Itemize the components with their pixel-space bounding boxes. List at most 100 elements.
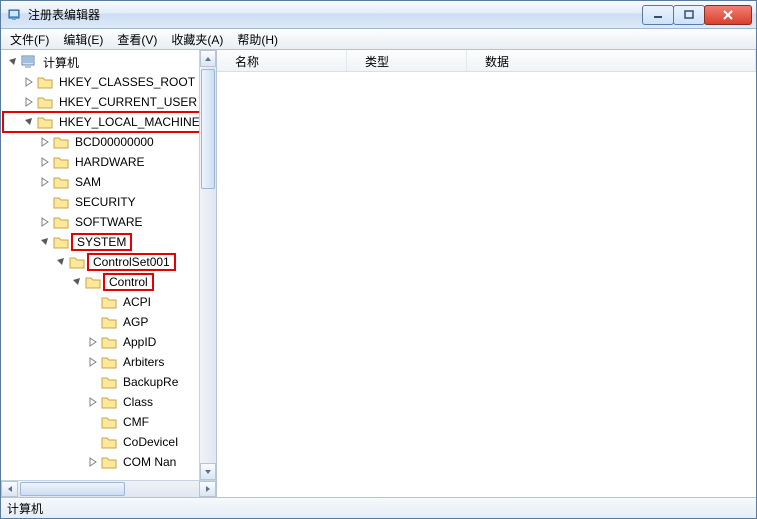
tree-label: BCD00000000 <box>73 135 156 149</box>
folder-icon <box>101 335 117 349</box>
tree-label: AGP <box>121 315 150 329</box>
expander-collapsed-icon[interactable] <box>87 356 99 368</box>
folder-icon <box>53 135 69 149</box>
folder-icon <box>53 155 69 169</box>
tree-agp[interactable]: AGP <box>3 312 216 332</box>
folder-icon <box>101 375 117 389</box>
expander-expanded-icon[interactable] <box>55 256 67 268</box>
folder-icon <box>101 355 117 369</box>
expander-collapsed-icon[interactable] <box>87 336 99 348</box>
expander-expanded-icon[interactable] <box>23 116 35 128</box>
tree-codevicei[interactable]: CoDeviceI <box>3 432 216 452</box>
computer-icon <box>21 55 37 69</box>
menu-view[interactable]: 查看(V) <box>110 29 164 50</box>
column-header-type[interactable]: 类型 <box>347 50 467 71</box>
tree-software[interactable]: SOFTWARE <box>3 212 216 232</box>
folder-icon <box>53 175 69 189</box>
folder-icon <box>85 275 101 289</box>
menu-edit[interactable]: 编辑(E) <box>56 29 110 50</box>
tree-label: SECURITY <box>73 195 138 209</box>
scroll-track[interactable] <box>18 481 199 497</box>
minimize-button[interactable] <box>642 5 674 25</box>
scroll-down-button[interactable] <box>200 463 216 480</box>
expander-collapsed-icon[interactable] <box>39 176 51 188</box>
expander-spacer <box>87 416 99 428</box>
tree-hkcr[interactable]: HKEY_CLASSES_ROOT <box>3 72 216 92</box>
folder-icon <box>69 255 85 269</box>
tree-label: HKEY_CURRENT_USER <box>57 95 199 109</box>
expander-collapsed-icon[interactable] <box>23 76 35 88</box>
scroll-left-button[interactable] <box>1 481 18 497</box>
scroll-right-button[interactable] <box>199 481 216 497</box>
tree-hkcu[interactable]: HKEY_CURRENT_USER <box>3 92 216 112</box>
tree-label: 计算机 <box>41 54 81 71</box>
expander-collapsed-icon[interactable] <box>87 456 99 468</box>
maximize-button[interactable] <box>673 5 705 25</box>
scroll-thumb[interactable] <box>20 482 125 496</box>
tree-security[interactable]: SECURITY <box>3 192 216 212</box>
folder-icon <box>101 295 117 309</box>
tree-control[interactable]: Control <box>3 272 216 292</box>
tree-root[interactable]: 计算机 <box>3 52 216 72</box>
expander-collapsed-icon[interactable] <box>39 156 51 168</box>
tree-label: Control <box>105 275 152 289</box>
registry-tree[interactable]: 计算机 HKEY_CLASSES_ROOT HKEY_CURRENT_USER … <box>1 50 216 480</box>
tree-label: CoDeviceI <box>121 435 180 449</box>
scroll-thumb[interactable] <box>201 69 215 189</box>
tree-cmf[interactable]: CMF <box>3 412 216 432</box>
tree-backupre[interactable]: BackupRe <box>3 372 216 392</box>
scroll-track[interactable] <box>200 67 216 463</box>
expander-expanded-icon[interactable] <box>71 276 83 288</box>
tree-cs001[interactable]: ControlSet001 <box>3 252 216 272</box>
folder-icon <box>101 455 117 469</box>
tree-label: SOFTWARE <box>73 215 145 229</box>
tree-comnan[interactable]: COM Nan <box>3 452 216 472</box>
tree-label: BackupRe <box>121 375 180 389</box>
column-header-name[interactable]: 名称 <box>217 50 347 71</box>
scroll-up-button[interactable] <box>200 50 216 67</box>
menu-help[interactable]: 帮助(H) <box>230 29 285 50</box>
tree-sam[interactable]: SAM <box>3 172 216 192</box>
folder-icon <box>53 235 69 249</box>
tree-vertical-scrollbar[interactable] <box>199 50 216 480</box>
tree-label: HKEY_CLASSES_ROOT <box>57 75 197 89</box>
expander-expanded-icon[interactable] <box>7 56 19 68</box>
folder-icon <box>101 315 117 329</box>
window-title: 注册表编辑器 <box>28 6 643 23</box>
tree-label: ControlSet001 <box>89 255 174 269</box>
tree-arbiters[interactable]: Arbiters <box>3 352 216 372</box>
status-path: 计算机 <box>7 502 43 516</box>
tree-pane: 计算机 HKEY_CLASSES_ROOT HKEY_CURRENT_USER … <box>1 50 217 497</box>
menu-favorites[interactable]: 收藏夹(A) <box>164 29 230 50</box>
expander-collapsed-icon[interactable] <box>23 96 35 108</box>
list-header: 名称 类型 数据 <box>217 50 756 72</box>
menu-file[interactable]: 文件(F) <box>3 29 56 50</box>
tree-hklm[interactable]: HKEY_LOCAL_MACHINE <box>3 112 216 132</box>
expander-spacer <box>87 296 99 308</box>
tree-acpi[interactable]: ACPI <box>3 292 216 312</box>
list-pane: 名称 类型 数据 <box>217 50 756 497</box>
expander-spacer <box>87 436 99 448</box>
tree-label: COM Nan <box>121 455 178 469</box>
statusbar: 计算机 <box>1 497 756 518</box>
column-header-data[interactable]: 数据 <box>467 50 756 71</box>
tree-hardware[interactable]: HARDWARE <box>3 152 216 172</box>
window-controls <box>643 5 752 25</box>
tree-system[interactable]: SYSTEM <box>3 232 216 252</box>
list-body[interactable] <box>217 72 756 497</box>
expander-collapsed-icon[interactable] <box>39 136 51 148</box>
tree-label: SYSTEM <box>73 235 130 249</box>
expander-collapsed-icon[interactable] <box>39 216 51 228</box>
tree-class[interactable]: Class <box>3 392 216 412</box>
client-area: 计算机 HKEY_CLASSES_ROOT HKEY_CURRENT_USER … <box>1 50 756 497</box>
folder-icon <box>101 395 117 409</box>
expander-spacer <box>39 196 51 208</box>
expander-expanded-icon[interactable] <box>39 236 51 248</box>
close-button[interactable] <box>704 5 752 25</box>
tree-appid[interactable]: AppID <box>3 332 216 352</box>
folder-icon <box>37 75 53 89</box>
tree-bcd[interactable]: BCD00000000 <box>3 132 216 152</box>
tree-label: SAM <box>73 175 103 189</box>
tree-horizontal-scrollbar[interactable] <box>1 480 216 497</box>
expander-collapsed-icon[interactable] <box>87 396 99 408</box>
